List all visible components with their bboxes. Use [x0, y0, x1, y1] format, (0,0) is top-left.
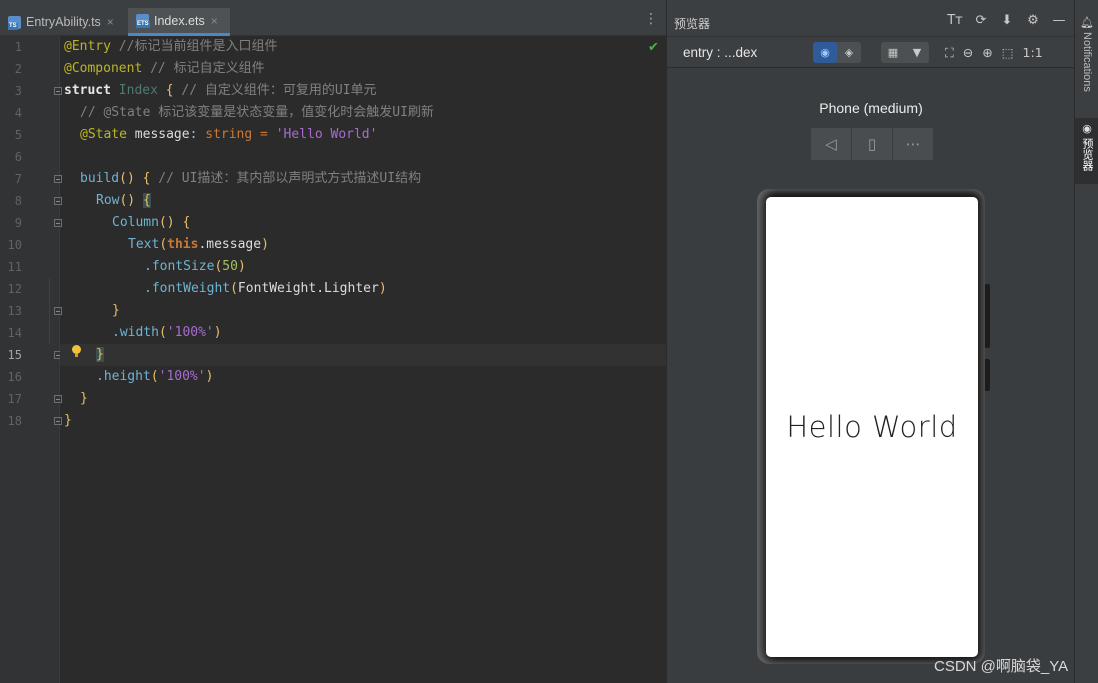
line-number: 18 [7, 414, 22, 428]
line-number: 9 [14, 216, 22, 230]
lightbulb-icon[interactable] [72, 345, 81, 357]
line-number-current: 15 [7, 348, 22, 362]
gear-icon[interactable]: ⚙ [1025, 13, 1041, 28]
entry-selector[interactable]: entry : ...dex [683, 45, 757, 60]
code-line-13: } [112, 303, 120, 318]
line-number: 10 [7, 238, 22, 252]
phone-frame: Hello World [757, 189, 990, 664]
device-name: Phone (medium) [819, 100, 923, 116]
code-line-4: // @State 标记该变量是状态变量，值变化时会触发UI刷新 [80, 105, 434, 120]
code-line-5: @State message: string = 'Hello World' [80, 127, 378, 142]
code-line-17: } [80, 391, 88, 406]
grid-icon[interactable]: ▦ [881, 42, 905, 63]
code-editor: TS EntryAbility.ts × ETS Index.ets × ⋮ 1… [0, 0, 666, 683]
line-number: 4 [14, 106, 22, 120]
notifications-tool[interactable]: 🔔︎ Notifications [1075, 16, 1098, 92]
phone-side-button [985, 284, 990, 348]
refresh-icon[interactable]: ⟳ [973, 13, 989, 28]
code-line-11: .fontSize(50) [144, 259, 246, 274]
code-line-9: Column() { [112, 215, 191, 230]
device-toolbar: ◁ ▯ ⋯ [811, 128, 933, 160]
line-number: 11 [7, 260, 22, 274]
indent-guide [49, 278, 50, 344]
line-number: 14 [7, 326, 22, 340]
previewer-subbar: entry : ...dex ◉ ◈ ▦ ▼ ⛶ ⊖ ⊕ ⬚ 1:1 [667, 36, 1075, 68]
close-icon[interactable]: × [107, 15, 114, 29]
current-line-highlight [60, 344, 666, 366]
line-number: 2 [14, 62, 22, 76]
line-number: 12 [7, 282, 22, 296]
code-line-18: } [64, 413, 72, 428]
ts-file-icon: TS [8, 15, 21, 30]
tab-label: Index.ets [154, 13, 205, 28]
previewer-header: 预览器 Tт ⟳ ⬇ ⚙ — [667, 8, 1075, 36]
fullscreen-icon[interactable]: ⬚ [1002, 45, 1014, 61]
ide-window: TS EntryAbility.ts × ETS Index.ets × ⋮ 1… [0, 0, 1098, 683]
code-line-14: .width('100%') [112, 325, 222, 340]
code-line-8: Row() { [96, 193, 151, 208]
eye-icon[interactable]: ◉ [813, 42, 837, 63]
code-line-1: @Entry //标记当前组件是入口组件 [64, 39, 278, 54]
layout-dropdown: ▦ ▼ [881, 42, 929, 63]
code-line-7: build() { // UI描述：其内部以声明式方式描述UI结构 [80, 171, 422, 186]
code-line-10: Text(this.message) [128, 237, 269, 252]
code-line-12: .fontWeight(FontWeight.Lighter) [144, 281, 387, 296]
preview-canvas: Phone (medium) ◁ ▯ ⋯ Hello World [667, 68, 1075, 683]
more-icon[interactable]: ⋮ [644, 12, 658, 26]
rotate-icon[interactable]: ▯ [852, 128, 893, 160]
line-number: 16 [7, 370, 22, 384]
previewer-title: 预览器 [674, 17, 711, 31]
line-numbers: 1 2 3 4 5 6 7 8 9 10 11 12 13 14 15 16 1… [0, 36, 60, 683]
tab-label: EntryAbility.ts [26, 15, 101, 29]
tab-index[interactable]: ETS Index.ets × [128, 8, 230, 36]
previewer-tool[interactable]: ◉ 预览器 [1075, 118, 1098, 184]
font-size-icon[interactable]: Tт [947, 13, 963, 28]
hello-world-text: Hello World [786, 410, 958, 444]
code-line-16: .height('100%') [96, 369, 214, 384]
close-icon[interactable]: × [211, 14, 218, 28]
eye-icon: ◉ [1082, 122, 1092, 135]
line-number: 7 [14, 172, 22, 186]
tab-entryability[interactable]: TS EntryAbility.ts × [0, 8, 126, 36]
phone-screen[interactable]: Hello World [766, 197, 978, 657]
code-line-15: } [96, 347, 104, 362]
line-number: 8 [14, 194, 22, 208]
code-line-2: @Component // 标记自定义组件 [64, 61, 265, 76]
minimize-icon[interactable]: — [1051, 13, 1067, 28]
ets-file-icon: ETS [136, 14, 150, 28]
more-options-icon[interactable]: ⋯ [893, 128, 933, 160]
line-number: 3 [14, 84, 22, 98]
zoom-tools: ⛶ ⊖ ⊕ ⬚ 1:1 [945, 45, 1043, 61]
view-mode-toggle: ◉ ◈ [813, 42, 861, 63]
fit-screen-icon[interactable]: ⛶ [945, 45, 954, 61]
code-line-3: struct Index { // 自定义组件：可复用的UI单元 [64, 83, 377, 98]
bell-icon: 🔔︎ [1080, 16, 1094, 29]
code-area[interactable]: @Entry //标记当前组件是入口组件 @Component // 标记自定义… [49, 36, 666, 683]
line-number: 13 [7, 304, 22, 318]
line-number: 5 [14, 128, 22, 142]
zoom-out-icon[interactable]: ⊖ [963, 45, 973, 61]
editor-tab-bar: TS EntryAbility.ts × ETS Index.ets × ⋮ [0, 0, 666, 36]
line-number: 6 [14, 150, 22, 164]
watermark: CSDN @啊脑袋_YA [934, 658, 1069, 675]
zoom-in-icon[interactable]: ⊕ [982, 45, 992, 61]
actual-size-icon[interactable]: 1:1 [1023, 45, 1043, 61]
chevron-down-icon[interactable]: ▼ [905, 42, 929, 63]
right-tool-strip: 🔔︎ Notifications ◉ 预览器 [1074, 0, 1098, 683]
line-number: 17 [7, 392, 22, 406]
download-icon[interactable]: ⬇ [999, 13, 1015, 28]
previewer-panel: 预览器 Tт ⟳ ⬇ ⚙ — entry : ...dex ◉ ◈ ▦ ▼ ⛶ … [666, 0, 1075, 683]
previewer-toolbar: Tт ⟳ ⬇ ⚙ — [947, 13, 1067, 28]
phone-side-button [985, 359, 990, 391]
layers-icon[interactable]: ◈ [837, 42, 861, 63]
line-number: 1 [14, 40, 22, 54]
check-icon[interactable]: ✔ [648, 40, 659, 55]
back-icon[interactable]: ◁ [811, 128, 852, 160]
